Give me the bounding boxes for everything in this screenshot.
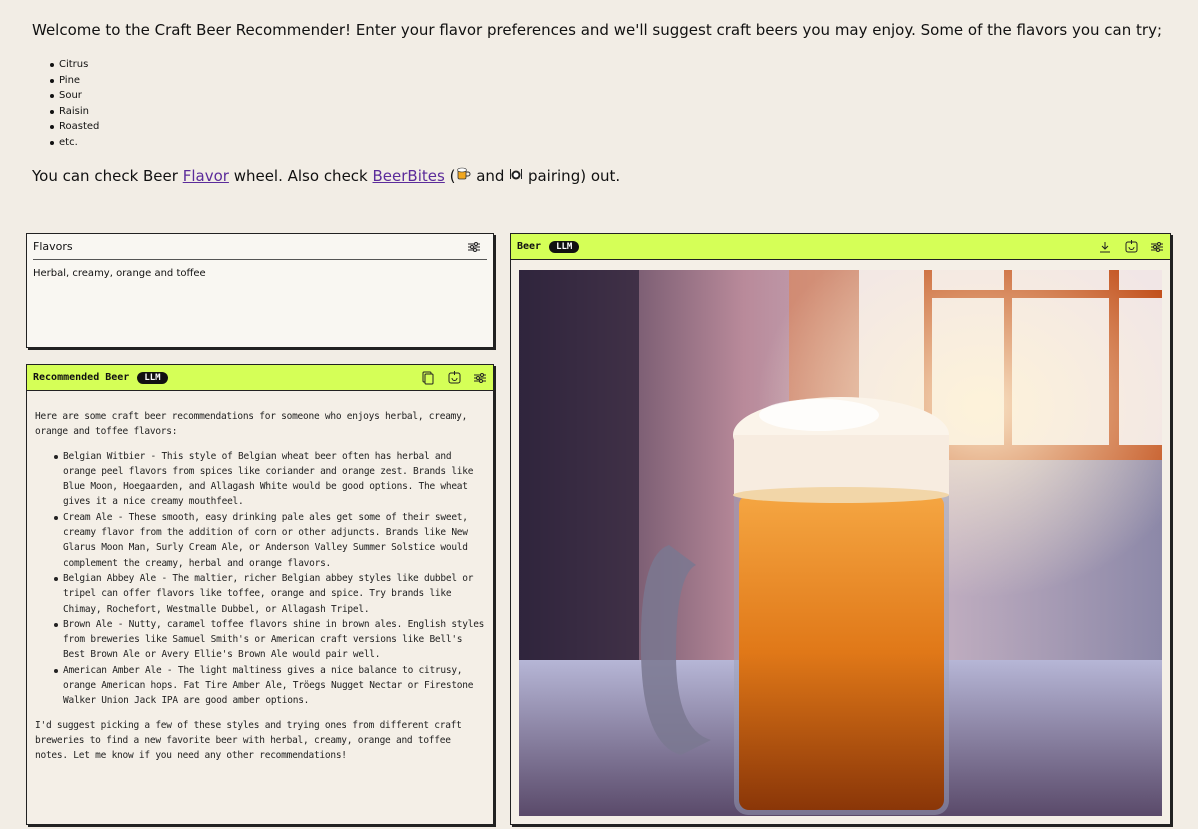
recommended-panel-header: Recommended Beer LLM: [27, 365, 493, 391]
recommendation-item: Belgian Witbier - This style of Belgian …: [54, 449, 485, 510]
flavor-example-item: Raisin: [49, 104, 99, 120]
recommended-beer-panel: Recommended Beer LLM Here are some craft…: [26, 364, 494, 825]
pairing-open: (: [444, 167, 456, 185]
recommendation-item: Belgian Abbey Ale - The maltier, richer …: [54, 571, 485, 617]
download-icon[interactable]: [1098, 240, 1112, 254]
beer-panel-header: Beer LLM: [511, 234, 1170, 260]
pairing-close: pairing) out.: [523, 167, 621, 185]
llm-badge: LLM: [549, 240, 580, 253]
recommendation-intro: Here are some craft beer recommendations…: [35, 411, 468, 438]
flavor-example-item: Pine: [49, 73, 99, 89]
beerbites-link[interactable]: BeerBites: [373, 167, 445, 185]
beer-panel-title: Beer: [517, 241, 542, 252]
flavor-example-item: Sour: [49, 88, 99, 104]
beer-image-panel: Beer LLM: [510, 233, 1171, 825]
recommendation-list: Belgian Witbier - This style of Belgian …: [54, 449, 485, 709]
flavors-panel-header: Flavors: [33, 234, 487, 260]
sliders-icon[interactable]: [1150, 240, 1164, 254]
plate-emoji-icon: [509, 167, 523, 188]
beer-mug-image: [519, 270, 1162, 816]
recommendation-item: Cream Ale - These smooth, easy drinking …: [54, 510, 485, 571]
regenerate-icon[interactable]: [1124, 240, 1138, 254]
resources-middle: wheel. Also check: [228, 167, 373, 185]
recommended-panel-title: Recommended Beer: [33, 372, 130, 383]
recommendation-item: American Amber Ale - The light maltiness…: [54, 663, 485, 709]
recommendation-item: Brown Ale - Nutty, caramel toffee flavor…: [54, 617, 485, 663]
flavors-input[interactable]: Herbal, creamy, orange and toffee: [27, 260, 493, 287]
flavors-panel-title: Flavors: [33, 240, 73, 253]
regenerate-icon[interactable]: [447, 371, 461, 385]
flavor-example-item: Roasted: [49, 119, 99, 135]
welcome-text: Welcome to the Craft Beer Recommender! E…: [32, 21, 1163, 39]
resources-line: You can check Beer Flavor wheel. Also ch…: [32, 165, 620, 188]
sliders-icon[interactable]: [467, 240, 481, 254]
pairing-and: and: [471, 167, 510, 185]
flavor-example-list: Citrus Pine Sour Raisin Roasted etc.: [49, 57, 99, 151]
flavor-wheel-link[interactable]: Flavor: [183, 167, 229, 185]
flavors-panel: Flavors Herbal, creamy, orange and toffe…: [26, 233, 494, 348]
recommendation-text: Here are some craft beer recommendations…: [27, 391, 493, 764]
flavor-example-item: Citrus: [49, 57, 99, 73]
copy-icon[interactable]: [421, 371, 435, 385]
llm-badge: LLM: [137, 371, 168, 384]
sliders-icon[interactable]: [473, 371, 487, 385]
flavor-example-item: etc.: [49, 135, 99, 151]
resources-prefix: You can check Beer: [32, 167, 183, 185]
beer-mug-emoji-icon: [455, 165, 471, 188]
recommendation-outro: I'd suggest picking a few of these style…: [35, 719, 462, 762]
